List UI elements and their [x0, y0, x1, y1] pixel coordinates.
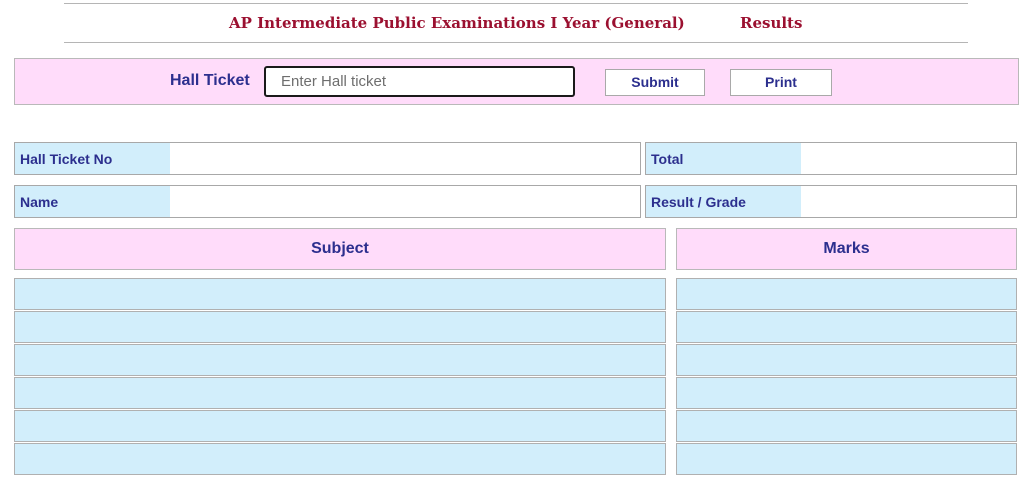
header-bottom-rule	[64, 42, 968, 43]
subject-cell	[14, 377, 666, 409]
print-button[interactable]: Print	[730, 69, 832, 96]
page-title: AP Intermediate Public Examinations I Ye…	[229, 14, 685, 32]
subject-column-header: Subject	[14, 228, 666, 270]
result-grade-row: Result / Grade	[645, 185, 1017, 218]
marks-cell	[676, 311, 1017, 343]
name-row: Name	[14, 185, 641, 218]
marks-cell	[676, 344, 1017, 376]
total-label: Total	[646, 143, 801, 174]
submit-button[interactable]: Submit	[605, 69, 705, 96]
subject-cell	[14, 311, 666, 343]
hall-ticket-no-value	[175, 143, 640, 174]
subject-cell	[14, 344, 666, 376]
hall-ticket-no-label: Hall Ticket No	[15, 143, 170, 174]
hall-ticket-input[interactable]	[264, 66, 575, 97]
marks-cell	[676, 377, 1017, 409]
hall-ticket-label: Hall Ticket	[170, 72, 250, 89]
marks-cell	[676, 278, 1017, 310]
total-row: Total	[645, 142, 1017, 175]
subject-cell	[14, 410, 666, 442]
result-grade-value	[798, 186, 1016, 217]
name-value	[175, 186, 640, 217]
result-grade-label: Result / Grade	[646, 186, 801, 217]
name-label: Name	[15, 186, 170, 217]
header-top-rule	[64, 3, 968, 4]
total-value	[798, 143, 1016, 174]
subject-cell	[14, 278, 666, 310]
results-heading: Results	[740, 14, 803, 32]
marks-column-header: Marks	[676, 228, 1017, 270]
hall-ticket-no-row: Hall Ticket No	[14, 142, 641, 175]
marks-cell	[676, 410, 1017, 442]
marks-cell	[676, 443, 1017, 475]
subject-cell	[14, 443, 666, 475]
